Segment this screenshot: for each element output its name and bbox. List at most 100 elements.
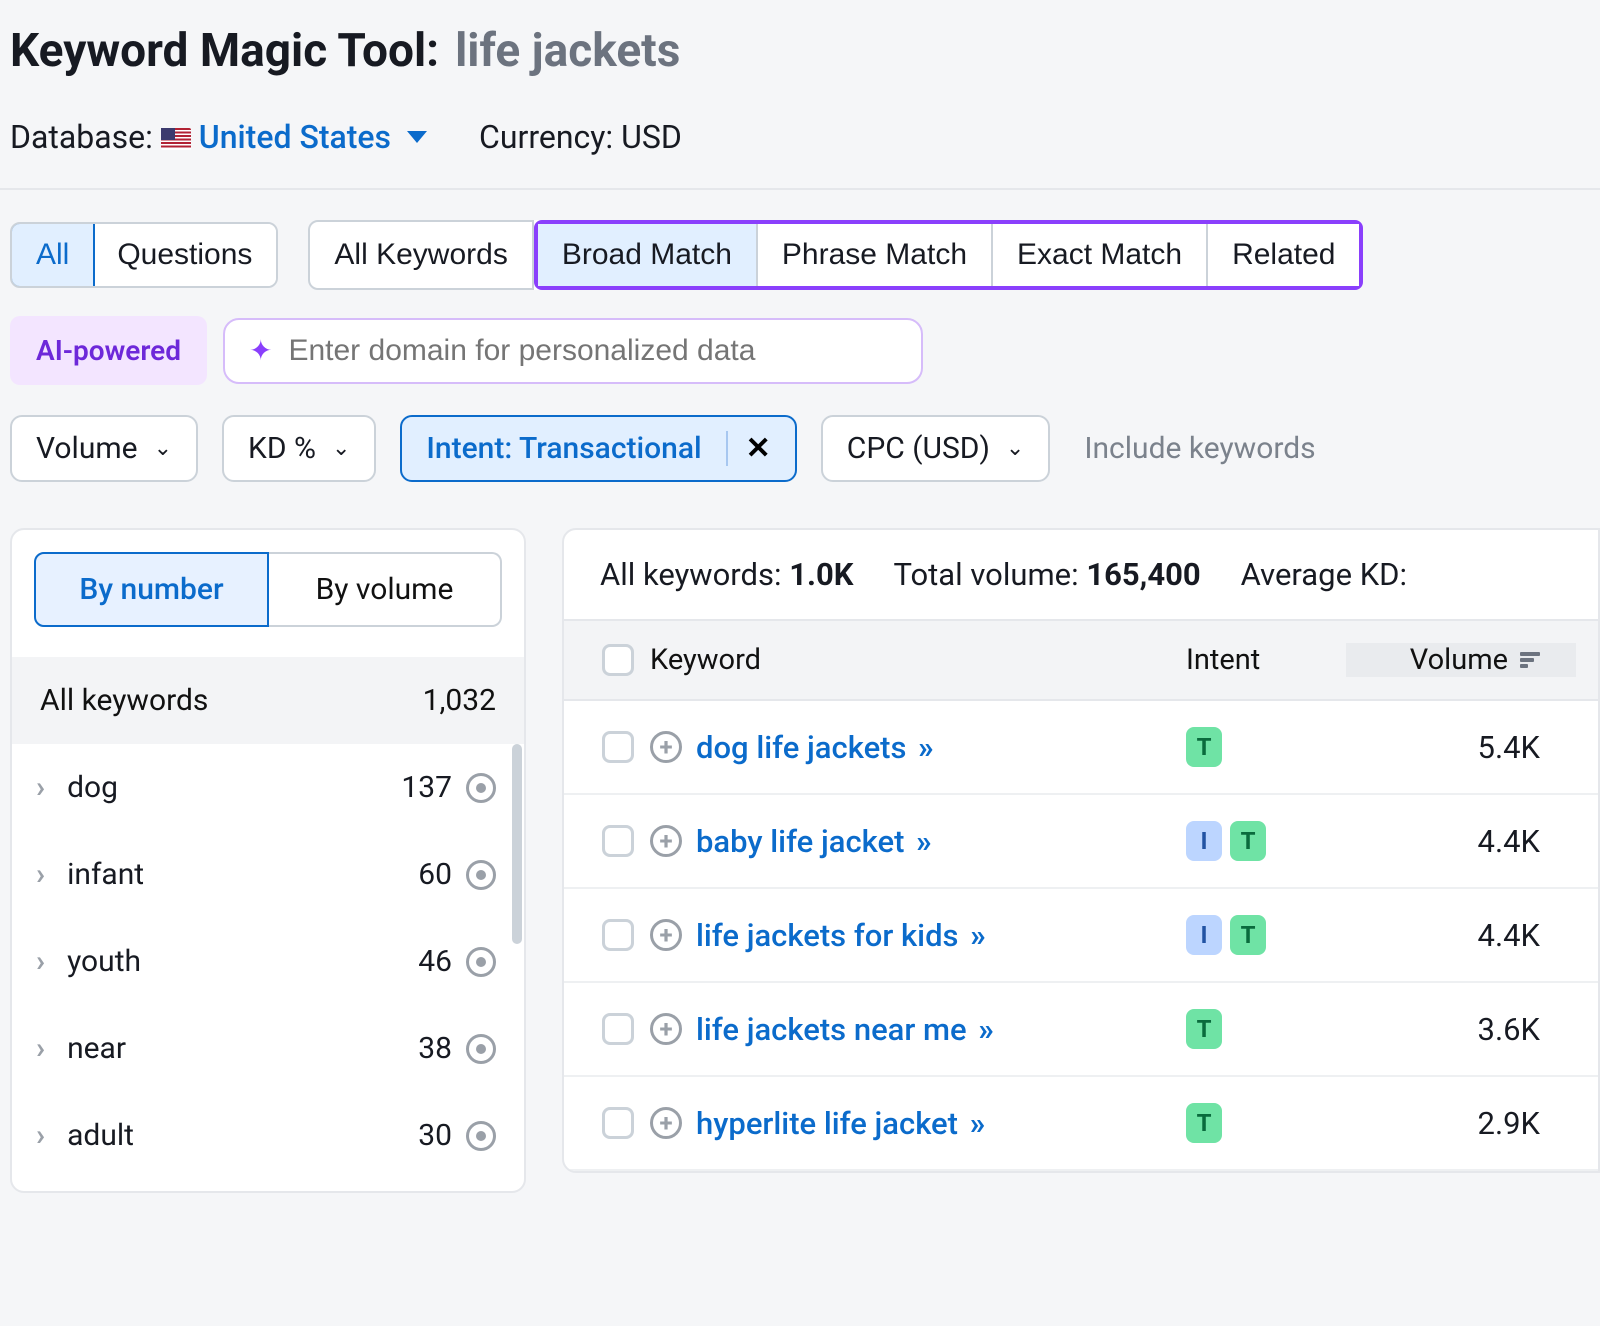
- add-icon[interactable]: +: [650, 731, 682, 763]
- intent-cell: T: [1186, 1009, 1346, 1049]
- seed-keyword: life jackets: [455, 24, 680, 78]
- eye-icon[interactable]: [466, 860, 496, 890]
- intent-badge-i: I: [1186, 821, 1222, 861]
- keyword-link[interactable]: hyperlite life jacket »: [696, 1105, 981, 1142]
- tab-related[interactable]: Related: [1208, 224, 1359, 286]
- filter-kd[interactable]: KD % ⌄: [222, 415, 376, 482]
- tab-all-keywords[interactable]: All Keywords: [308, 220, 533, 290]
- intent-badge-t: T: [1230, 821, 1266, 861]
- sidebar-item-count: 60: [418, 857, 452, 892]
- sidebar-tab-by-volume[interactable]: By volume: [269, 552, 502, 627]
- ai-domain-input-wrap[interactable]: ✦: [223, 318, 923, 384]
- keyword-link[interactable]: life jackets for kids »: [696, 917, 982, 954]
- col-volume[interactable]: Volume: [1346, 643, 1576, 677]
- page-title: Keyword Magic Tool: life jackets: [10, 24, 1590, 78]
- tab-exact-match[interactable]: Exact Match: [993, 224, 1208, 286]
- tab-broad-match[interactable]: Broad Match: [538, 224, 758, 286]
- filter-volume[interactable]: Volume ⌄: [10, 415, 198, 482]
- ai-powered-chip: AI-powered: [10, 316, 207, 385]
- sidebar-item-label: infant: [67, 857, 418, 892]
- row-checkbox[interactable]: [602, 1013, 634, 1045]
- intent-badge-i: I: [1186, 915, 1222, 955]
- table-row: + life jackets near me » T 3.6K: [564, 983, 1598, 1077]
- eye-icon[interactable]: [466, 947, 496, 977]
- database-value: United States: [199, 118, 391, 156]
- intent-cell: T: [1186, 1103, 1346, 1143]
- chevron-right-icon: ›: [36, 1118, 45, 1153]
- flag-us-icon: [161, 128, 191, 150]
- table-row: +dog life jackets »T5.4K: [564, 701, 1598, 795]
- sidebar-item-count: 46: [418, 944, 452, 979]
- scrollbar[interactable]: [512, 744, 522, 944]
- tool-name: Keyword Magic Tool:: [10, 24, 439, 78]
- close-icon[interactable]: ✕: [726, 431, 771, 466]
- add-icon[interactable]: +: [650, 1013, 682, 1045]
- keyword-link[interactable]: life jackets near me »: [696, 1011, 990, 1048]
- filter-include-keywords[interactable]: Include keywords: [1074, 417, 1325, 480]
- table-header: Keyword Intent Volume: [564, 619, 1598, 701]
- chevron-right-icon: ›: [36, 944, 45, 979]
- chevron-down-icon: ⌄: [154, 436, 172, 461]
- intent-badge-t: T: [1186, 1103, 1222, 1143]
- sidebar-item-count: 30: [418, 1118, 452, 1153]
- ai-domain-input[interactable]: [288, 334, 897, 368]
- sidebar-summary-count: 1,032: [423, 683, 496, 718]
- keyword-groups-sidebar: By number By volume All keywords 1,032 ›…: [10, 528, 526, 1193]
- eye-icon[interactable]: [466, 1034, 496, 1064]
- sidebar-item-label: near: [67, 1031, 418, 1066]
- chevron-right-double-icon: »: [970, 917, 982, 954]
- intent-cell: IT: [1186, 821, 1346, 861]
- intent-cell: T: [1186, 727, 1346, 767]
- intent-badge-t: T: [1230, 915, 1266, 955]
- filter-intent[interactable]: Intent: Transactional ✕: [400, 415, 796, 482]
- tab-all[interactable]: All: [10, 222, 95, 288]
- volume-cell: 4.4K: [1346, 823, 1576, 860]
- volume-cell: 3.6K: [1346, 1011, 1576, 1048]
- chevron-down-icon: [407, 131, 427, 143]
- sidebar-item-label: adult: [67, 1118, 418, 1153]
- tab-phrase-match[interactable]: Phrase Match: [758, 224, 993, 286]
- tab-questions[interactable]: Questions: [93, 224, 276, 286]
- volume-cell: 2.9K: [1346, 1105, 1576, 1142]
- chevron-down-icon: ⌄: [1006, 436, 1024, 461]
- row-checkbox[interactable]: [602, 731, 634, 763]
- stats-bar: All keywords: 1.0K Total volume: 165,400…: [564, 530, 1598, 619]
- sort-desc-icon: [1520, 652, 1540, 668]
- sidebar-item-count: 137: [401, 770, 452, 805]
- intent-badge-t: T: [1186, 1009, 1222, 1049]
- volume-cell: 4.4K: [1346, 917, 1576, 954]
- row-checkbox[interactable]: [602, 1107, 634, 1139]
- sidebar-summary[interactable]: All keywords 1,032: [12, 657, 524, 744]
- sidebar-item[interactable]: › youth46: [12, 918, 524, 1005]
- eye-icon[interactable]: [466, 773, 496, 803]
- keyword-link[interactable]: baby life jacket »: [696, 823, 928, 860]
- sidebar-tab-by-number[interactable]: By number: [34, 552, 269, 627]
- sidebar-item[interactable]: ›near38: [12, 1005, 524, 1092]
- add-icon[interactable]: +: [650, 1107, 682, 1139]
- chevron-right-double-icon: »: [916, 823, 928, 860]
- filter-cpc[interactable]: CPC (USD) ⌄: [821, 415, 1051, 482]
- sidebar-item[interactable]: › adult30: [12, 1092, 524, 1179]
- intent-badge-t: T: [1186, 727, 1222, 767]
- keyword-link[interactable]: dog life jackets »: [696, 729, 930, 766]
- select-all-checkbox[interactable]: [602, 644, 634, 676]
- currency-label: Currency: USD: [479, 118, 682, 156]
- table-row: + hyperlite life jacket » T 2.9K: [564, 1077, 1598, 1171]
- match-tab-group: All Keywords Broad Match Phrase Match Ex…: [308, 220, 1363, 290]
- sidebar-item-label: youth: [67, 944, 418, 979]
- col-intent[interactable]: Intent: [1186, 643, 1346, 677]
- row-checkbox[interactable]: [602, 919, 634, 951]
- eye-icon[interactable]: [466, 1121, 496, 1151]
- sidebar-item[interactable]: ›infant60: [12, 831, 524, 918]
- database-label: Database:: [10, 118, 153, 156]
- row-checkbox[interactable]: [602, 825, 634, 857]
- chevron-right-double-icon: »: [978, 1011, 990, 1048]
- table-row: + life jackets for kids » IT 4.4K: [564, 889, 1598, 983]
- sidebar-item-count: 38: [418, 1031, 452, 1066]
- col-keyword[interactable]: Keyword: [650, 643, 1186, 677]
- chevron-right-icon: ›: [36, 770, 45, 805]
- add-icon[interactable]: +: [650, 919, 682, 951]
- sidebar-item[interactable]: ›dog137: [12, 744, 524, 831]
- database-selector[interactable]: Database: United States: [10, 118, 427, 156]
- add-icon[interactable]: +: [650, 825, 682, 857]
